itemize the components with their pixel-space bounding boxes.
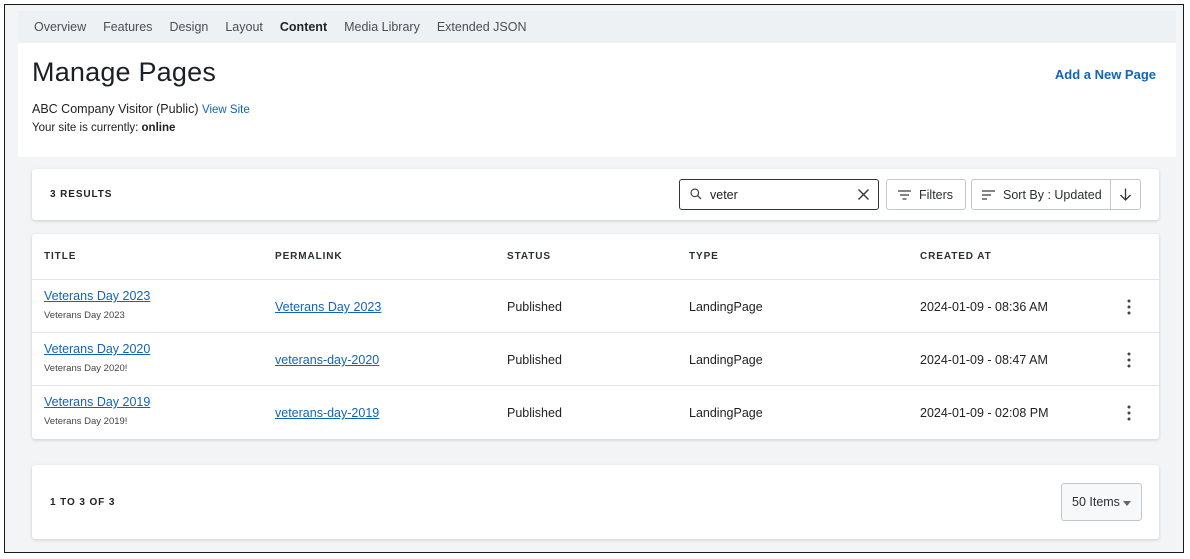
items-per-page-value: 50 Items [1072, 495, 1120, 509]
sort-label: Sort By : Updated [1003, 187, 1102, 202]
page-subtitle: Veterans Day 2019! [44, 416, 128, 427]
site-status-label: Your site is currently: [32, 122, 139, 134]
site-name: ABC Company Visitor (Public) [32, 102, 199, 116]
site-status-line: Your site is currently: online [32, 122, 175, 134]
search-input[interactable] [710, 186, 840, 204]
tab-content[interactable]: Content [280, 20, 327, 34]
row-menu-kebab-icon[interactable] [1124, 404, 1134, 422]
view-site-link[interactable]: View Site [202, 104, 250, 116]
table-row: Veterans Day 2020 Veterans Day 2020! vet… [32, 332, 1159, 386]
items-per-page-select[interactable]: 50 Items [1061, 483, 1142, 521]
type-cell: LandingPage [689, 300, 763, 314]
created-at-cell: 2024-01-09 - 08:47 AM [920, 353, 1048, 367]
top-nav: Overview Features Design Layout Content … [18, 11, 1176, 43]
results-count: 3 RESULTS [50, 189, 113, 200]
sort-lines-icon [982, 189, 995, 200]
pages-table: TITLE PERMALINK STATUS TYPE CREATED AT V… [32, 234, 1159, 439]
tab-features[interactable]: Features [103, 20, 152, 34]
page-title-link[interactable]: Veterans Day 2023 [44, 289, 150, 303]
pagination-bar: 1 TO 3 OF 3 50 Items [32, 465, 1159, 539]
tab-media-library[interactable]: Media Library [344, 20, 420, 34]
created-at-cell: 2024-01-09 - 08:36 AM [920, 300, 1048, 314]
caret-down-icon [1123, 501, 1131, 506]
sort-direction-arrow-down-icon[interactable] [1118, 187, 1133, 202]
app-frame: Overview Features Design Layout Content … [4, 4, 1184, 553]
page-header: Manage Pages Add a New Page ABC Company … [18, 43, 1176, 157]
page-title-link[interactable]: Veterans Day 2019 [44, 395, 150, 409]
search-box[interactable] [679, 179, 879, 210]
site-name-line: ABC Company Visitor (Public) View Site [32, 102, 250, 116]
permalink-link[interactable]: Veterans Day 2023 [275, 300, 381, 314]
column-header-status[interactable]: STATUS [507, 251, 551, 262]
tab-design[interactable]: Design [169, 20, 208, 34]
pagination-range: 1 TO 3 OF 3 [50, 497, 116, 508]
page-title-link[interactable]: Veterans Day 2020 [44, 342, 150, 356]
tab-layout[interactable]: Layout [225, 20, 263, 34]
filters-label: Filters [919, 187, 954, 202]
search-icon [690, 188, 702, 200]
row-menu-kebab-icon[interactable] [1124, 351, 1134, 369]
tab-overview[interactable]: Overview [34, 20, 86, 34]
column-header-title[interactable]: TITLE [44, 251, 76, 262]
type-cell: LandingPage [689, 406, 763, 420]
table-row: Veterans Day 2023 Veterans Day 2023 Vete… [32, 279, 1159, 333]
permalink-link[interactable]: veterans-day-2020 [275, 353, 379, 367]
permalink-link[interactable]: veterans-day-2019 [275, 406, 379, 420]
page-subtitle: Veterans Day 2020! [44, 363, 128, 374]
results-toolbar: 3 RESULTS Filters [32, 169, 1159, 220]
row-menu-kebab-icon[interactable] [1124, 298, 1134, 316]
sort-button[interactable]: Sort By : Updated [971, 179, 1141, 210]
type-cell: LandingPage [689, 353, 763, 367]
site-status-value: online [141, 122, 176, 134]
page-title: Manage Pages [32, 57, 217, 87]
column-header-permalink[interactable]: PERMALINK [275, 251, 343, 262]
add-new-page-link[interactable]: Add a New Page [1055, 67, 1156, 82]
column-header-type[interactable]: TYPE [689, 251, 719, 262]
created-at-cell: 2024-01-09 - 02:08 PM [920, 406, 1049, 420]
status-cell: Published [507, 353, 562, 367]
filter-lines-icon [898, 189, 911, 200]
sort-divider [1110, 180, 1111, 209]
status-cell: Published [507, 406, 562, 420]
clear-search-icon[interactable] [857, 188, 870, 201]
filters-button[interactable]: Filters [886, 179, 966, 210]
page-subtitle: Veterans Day 2023 [44, 310, 125, 321]
column-header-created-at[interactable]: CREATED AT [920, 251, 992, 262]
table-row: Veterans Day 2019 Veterans Day 2019! vet… [32, 385, 1159, 439]
status-cell: Published [507, 300, 562, 314]
tab-extended-json[interactable]: Extended JSON [437, 20, 527, 34]
